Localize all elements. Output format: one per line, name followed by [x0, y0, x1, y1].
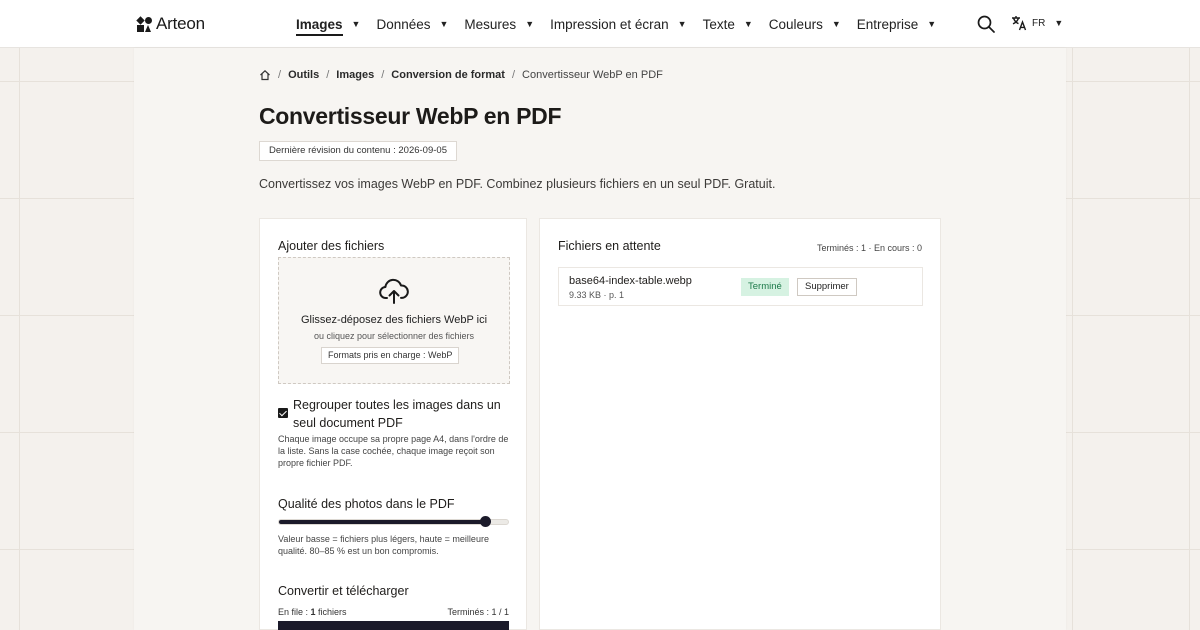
delete-button[interactable]: Supprimer — [797, 278, 857, 296]
chevron-down-icon: ▼ — [927, 19, 937, 29]
quality-help-text: Valeur basse = fichiers plus légers, hau… — [278, 534, 489, 556]
upload-title: Ajouter des fichiers — [278, 239, 385, 253]
chevron-down-icon: ▼ — [351, 19, 361, 29]
file-meta: 9.33 KB · p. 1 — [569, 290, 625, 300]
translate-icon — [1012, 16, 1027, 31]
language-selector[interactable]: FR ▼ — [1011, 15, 1063, 31]
merge-checkbox-label[interactable]: Regrouper toutes les images dans un seul… — [293, 396, 511, 432]
nav-item-images[interactable]: Images ▼ — [296, 13, 360, 36]
queue-title: Fichiers en attente — [558, 239, 661, 253]
dropzone-main-text: Glissez-déposez des fichiers WebP ici — [300, 314, 488, 326]
quality-title: Qualité des photos dans le PDF — [278, 497, 455, 511]
chevron-down-icon: ▼ — [525, 19, 535, 29]
cloud-upload-icon — [379, 278, 409, 304]
chevron-down-icon: ▼ — [439, 19, 449, 29]
revision-badge: Dernière révision du contenu : 2026-09-0… — [259, 141, 457, 161]
logo-mark-icon — [136, 15, 152, 32]
brand-name: Arteon — [156, 14, 205, 33]
home-icon[interactable] — [259, 69, 271, 81]
top-navigation-bar: Arteon Images ▼ Données ▼ Mesures ▼ Impress… — [0, 0, 1200, 48]
breadcrumb-images[interactable]: Images — [336, 69, 374, 81]
queue-status-row: En file : 1 fichiers Terminés : 1 / 1 — [278, 607, 509, 617]
nav-item-entreprise[interactable]: Entreprise ▼ — [857, 17, 936, 32]
file-name: base64-index-table.webp — [569, 275, 692, 287]
main-nav: Images ▼ Données ▼ Mesures ▼ Impression et … — [296, 0, 952, 48]
done-count-text: Terminés : 1 / 1 — [447, 607, 509, 617]
dropzone-sub-text: ou cliquez pour sélectionner des fichier… — [313, 331, 475, 341]
file-dropzone[interactable]: Glissez-déposez des fichiers WebP ici ou… — [278, 257, 510, 384]
merge-checkbox[interactable] — [278, 408, 288, 418]
chevron-down-icon: ▼ — [677, 19, 687, 29]
formats-badge: Formats pris en charge : WebP — [321, 347, 460, 364]
quality-slider[interactable] — [278, 516, 509, 527]
brand-logo[interactable]: Arteon — [136, 14, 205, 34]
convert-title: Convertir et télécharger — [278, 584, 409, 598]
chevron-down-icon: ▼ — [1054, 18, 1064, 28]
breadcrumb-current: Convertisseur WebP en PDF — [522, 69, 663, 81]
chevron-down-icon: ▼ — [743, 19, 753, 29]
merge-help-text: Chaque image occupe sa propre page A4, d… — [278, 434, 509, 468]
queue-count-text: En file : 1 fichiers — [278, 607, 347, 617]
language-code: FR — [1032, 17, 1046, 29]
status-badge: Terminé — [741, 278, 789, 296]
queue-counts: Terminés : 1 · En cours : 0 — [816, 243, 922, 253]
list-item: base64-index-table.webp 9.33 KB · p. 1 T… — [558, 267, 923, 306]
page-title: Convertisseur WebP en PDF — [259, 103, 562, 129]
breadcrumb-conversion[interactable]: Conversion de format — [391, 69, 505, 81]
breadcrumb: / Outils / Images / Conversion de format… — [259, 69, 663, 81]
nav-item-mesures[interactable]: Mesures ▼ — [464, 17, 534, 32]
page-subtitle: Convertissez vos images WebP en PDF. Com… — [259, 177, 776, 191]
upload-card: Ajouter des fichiers Glissez-déposez des… — [259, 218, 527, 630]
quality-slider-thumb[interactable] — [480, 516, 492, 527]
nav-item-texte[interactable]: Texte ▼ — [703, 17, 753, 32]
chevron-down-icon: ▼ — [831, 19, 841, 29]
breadcrumb-outils[interactable]: Outils — [288, 69, 319, 81]
search-icon[interactable] — [977, 15, 995, 33]
queue-card: Fichiers en attente Terminés : 1 · En co… — [539, 218, 941, 630]
convert-button[interactable] — [278, 621, 509, 630]
nav-item-impression[interactable]: Impression et écran ▼ — [550, 17, 686, 32]
quality-slider-fill — [279, 520, 486, 524]
nav-item-couleurs[interactable]: Couleurs ▼ — [769, 17, 841, 32]
nav-item-donnees[interactable]: Données ▼ — [376, 17, 448, 32]
